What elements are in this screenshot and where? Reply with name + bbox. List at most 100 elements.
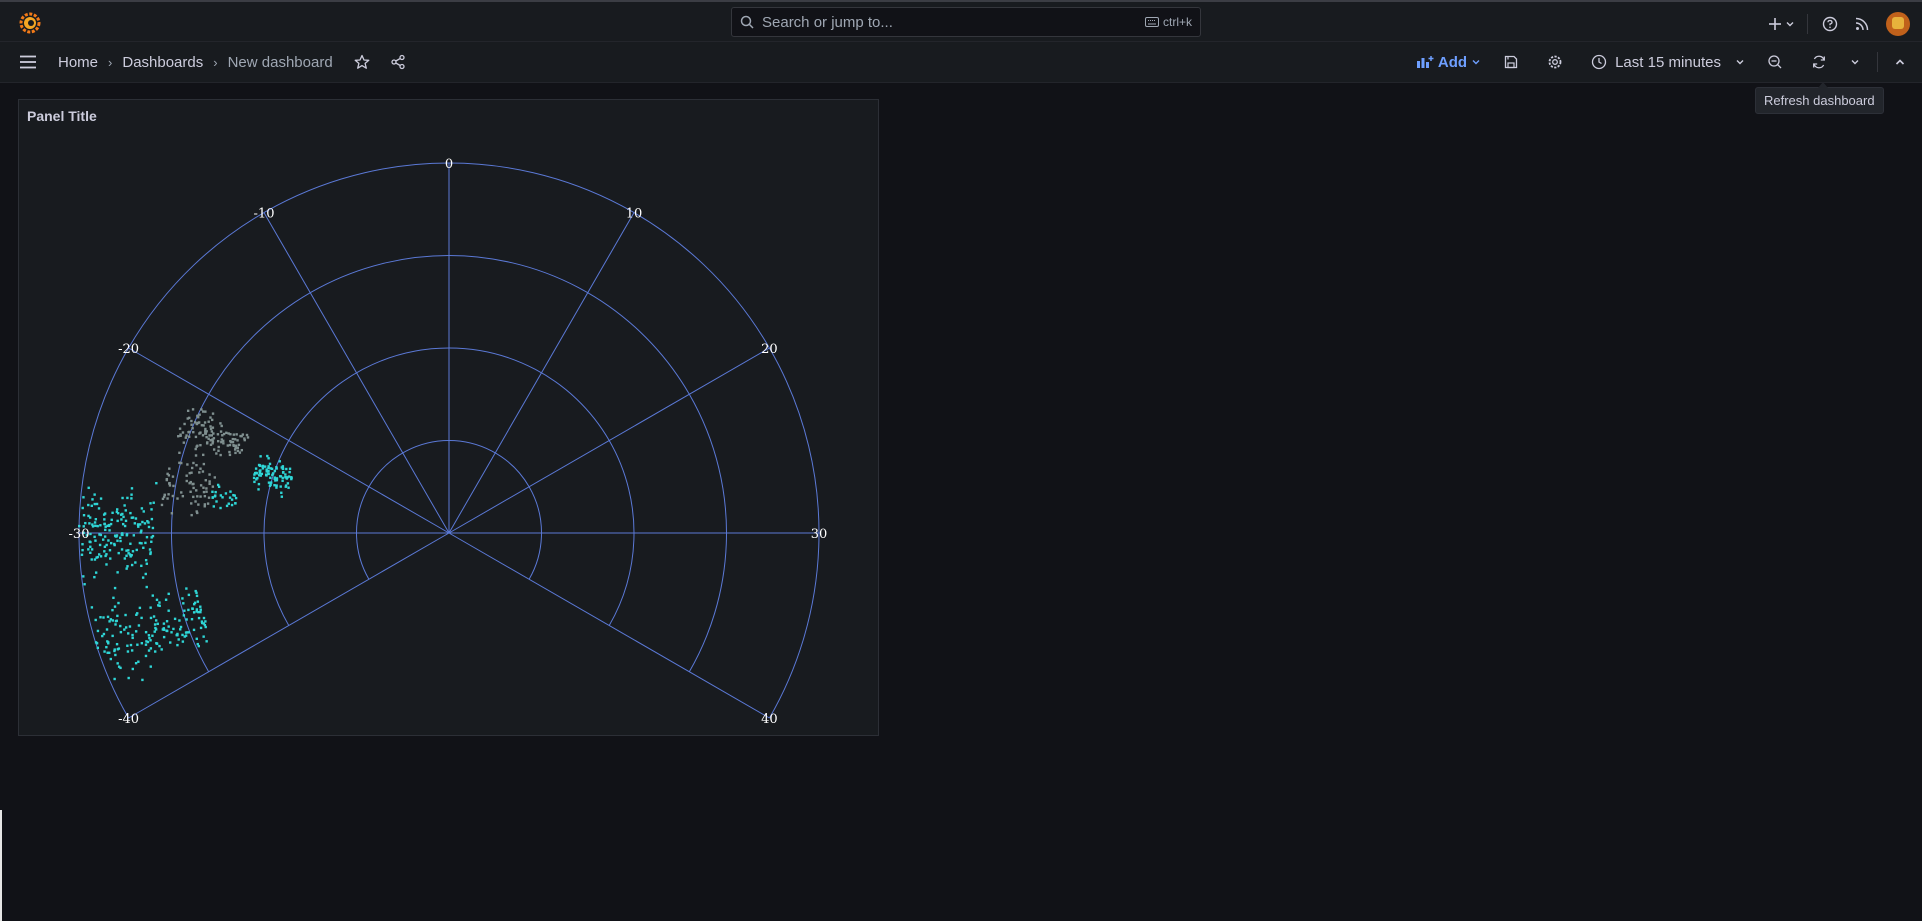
scatter-point [126,644,129,647]
refresh-dashboard-button[interactable] [1803,46,1835,78]
scatter-point [95,502,99,506]
angular-tick-label: 10 [626,207,643,222]
scatter-point [217,449,220,452]
polar-scatter-chart: -40 -30 -20 -10 0 10 20 30 40 [69,157,828,727]
scatter-point [185,631,189,634]
scatter-point [165,620,169,623]
scatter-point [194,500,197,503]
scatter-point [185,474,188,477]
save-dashboard-button[interactable] [1495,46,1527,78]
scatter-point [202,424,205,427]
angular-tick-label: -30 [69,527,90,542]
angular-tick-label: -10 [254,207,275,222]
scatter-point [82,496,85,499]
grafana-logo-icon[interactable] [18,11,42,35]
scatter-point [205,435,208,439]
scatter-point [220,424,223,428]
scatter-point [141,520,144,524]
scatter-point [202,635,205,638]
search-input[interactable]: Search or jump to... ctrl+k [731,7,1201,37]
scatter-point [149,551,152,554]
scatter-point [267,472,270,476]
new-menu-button[interactable] [1761,8,1801,40]
scatter-point [158,604,161,608]
scatter-point [154,628,158,631]
gear-icon [1548,55,1562,69]
time-range-picker[interactable]: Last 15 minutes [1583,54,1753,71]
scatter-point [188,471,191,475]
keyboard-icon [1144,17,1159,27]
scatter-point [204,427,207,431]
scatter-point [105,563,108,566]
dashboard-settings-button[interactable] [1539,46,1571,78]
scatter-point [105,553,108,556]
scatter-point [81,548,84,552]
scatter-point [208,480,211,483]
breadcrumb-home[interactable]: Home [58,54,98,71]
avatar[interactable] [1886,12,1910,36]
scatter-point [98,533,101,536]
scatter-point [217,439,220,443]
scatter-point [173,617,177,621]
scatter-point [149,502,152,505]
scatter-point [197,610,200,614]
collapse-navbar-button[interactable] [1884,46,1916,78]
refresh-interval-button[interactable] [1839,46,1871,78]
breadcrumb-dashboards[interactable]: Dashboards [122,54,203,71]
news-button[interactable] [1846,8,1878,40]
scatter-point [209,425,212,428]
scatter-point [239,434,242,438]
scatter-point [136,643,139,646]
scatter-point [155,642,158,645]
breadcrumb-separator-icon: › [213,54,218,70]
scatter-point [224,492,228,495]
scatter-point [94,518,98,521]
scatter-point [140,564,143,568]
scatter-point [134,630,138,633]
scatter-point [243,438,246,442]
scatter-point [113,586,117,590]
scatter-point [103,522,106,526]
share-button[interactable] [382,46,414,78]
menu-icon[interactable] [18,52,38,72]
scatter-point [280,466,283,469]
scatter-point [195,422,198,425]
help-button[interactable] [1814,8,1846,40]
scatter-point [187,435,191,438]
dashboard-title-actions [346,46,414,78]
top-bar: Search or jump to... ctrl+k [0,2,1922,42]
scatter-point [227,432,230,435]
scatter-point [119,536,122,539]
scatter-point [160,648,163,651]
scatter-point [125,533,129,536]
mark-favorite-button[interactable] [346,46,378,78]
scatter-point [222,442,225,445]
scatter-point [185,587,188,590]
scatter-point [93,521,97,524]
scatter-point [196,495,199,498]
scatter-point [135,548,138,552]
scatter-point [187,431,190,434]
scatter-point [169,641,172,644]
chevron-down-icon [1851,60,1859,65]
scatter-point [195,637,198,640]
scatter-point [267,457,270,460]
scatter-point [115,510,119,514]
scatter-point [229,490,232,493]
zoom-out-button[interactable] [1759,46,1791,78]
scatter-point [103,650,106,653]
scatter-point [258,474,261,477]
scatter-point [266,454,269,458]
scatter-point [274,479,277,482]
scatter-point [183,422,186,426]
scatter-point [211,442,214,445]
scatter-point [234,451,237,455]
scatter-point [109,557,112,560]
scatter-point [172,484,175,488]
scatter-point [127,676,130,680]
add-button[interactable]: Add [1408,54,1489,71]
scatter-point [228,450,231,454]
scatter-point [134,517,138,520]
scatter-point [197,616,201,620]
scatter-point [199,495,202,498]
